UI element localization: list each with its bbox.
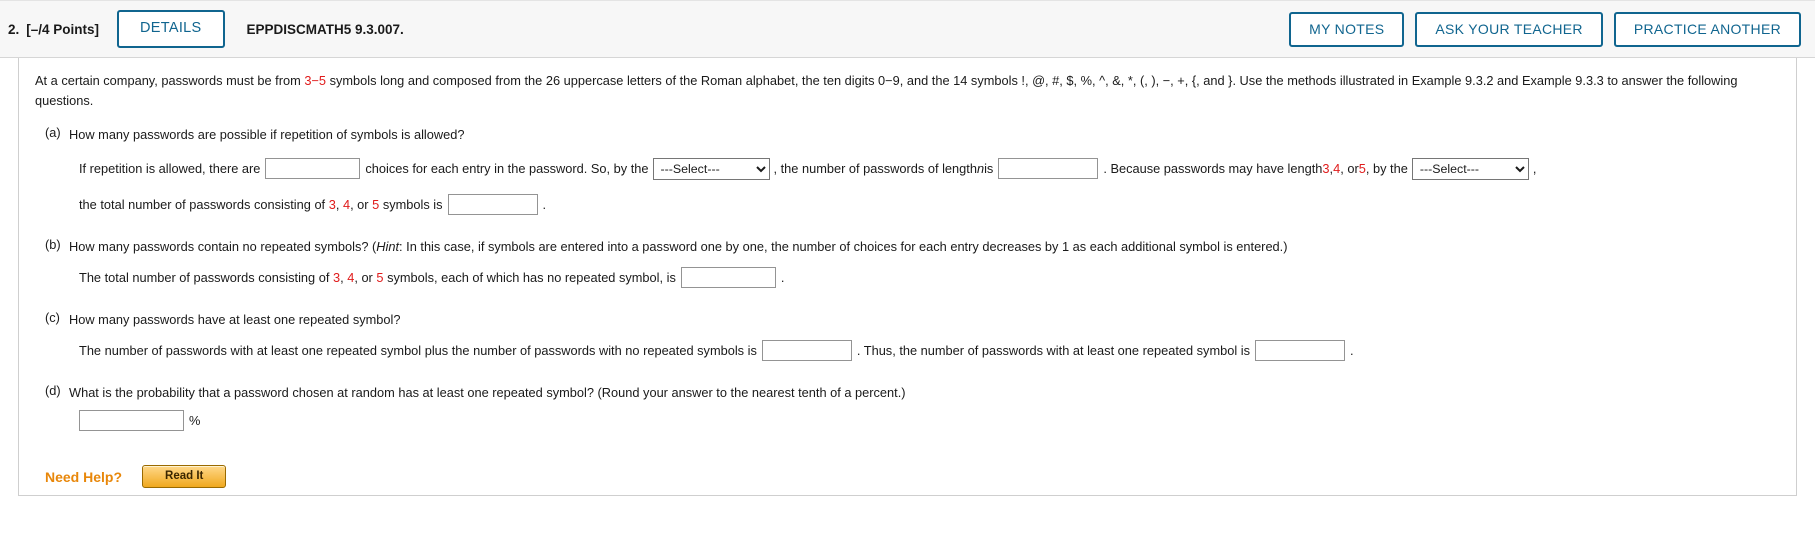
part-a-text-7: , (1532, 161, 1537, 177)
stem-length-range: 3−5 (304, 73, 327, 88)
part-d-percent-sign: % (189, 413, 201, 429)
part-a-text-5: . Because passwords may have length (1103, 161, 1323, 177)
part-a-question: How many passwords are possible if repet… (69, 126, 465, 142)
my-notes-button[interactable]: MY NOTES (1289, 11, 1405, 47)
part-a-len-3: 3 (1322, 161, 1330, 177)
part-b-question-text-1: How many passwords contain no repeated s… (69, 238, 377, 254)
question-number: 2. (8, 21, 20, 37)
part-b-question: How many passwords contain no repeated s… (69, 237, 1288, 256)
part-c-repeated-input[interactable] (1255, 340, 1345, 362)
part-c-sum-input[interactable] (761, 340, 852, 362)
part-c-work: The number of passwords with at least on… (35, 340, 1780, 362)
part-a-label: (a) (45, 124, 61, 140)
part-a: (a) How many passwords are possible if r… (35, 125, 1780, 215)
part-d: (d) What is the probability that a passw… (35, 383, 1780, 432)
part-b-len-3: 3 (332, 269, 341, 285)
part-a-len-5: 5 (1358, 161, 1366, 177)
part-a-rule-select-2[interactable]: ---Select--- (1411, 157, 1529, 180)
part-a-choices-input[interactable] (265, 158, 361, 180)
problem-statement: At a certain company, passwords must be … (35, 71, 1780, 111)
need-help-label: Need Help? (45, 468, 123, 485)
part-a-line-2: the total number of passwords consisting… (79, 193, 1780, 215)
part-a-line2-len-4: 4 (342, 196, 351, 212)
part-b-line-1: The total number of passwords consisting… (79, 267, 1780, 289)
part-a-work: If repetition is allowed, there are choi… (35, 157, 1780, 215)
part-a-text-6: , by the (1365, 161, 1408, 177)
practice-another-button[interactable]: PRACTICE ANOTHER (1613, 11, 1801, 47)
part-a-len-4: 4 (1333, 161, 1341, 177)
part-b-comma-2: , or (354, 269, 373, 285)
part-d-work: % (35, 410, 1780, 432)
details-button[interactable]: DETAILS (117, 10, 225, 48)
part-a-line2-text-1: the total number of passwords consisting… (79, 196, 326, 212)
part-a-rule-select-1[interactable]: ---Select--- (652, 157, 770, 180)
part-c-question: How many passwords have at least one rep… (69, 312, 401, 328)
part-b-text-1: The total number of passwords consisting… (79, 269, 330, 285)
part-c-question-row: (c) How many passwords have at least one… (35, 310, 1780, 329)
part-a-question-row: (a) How many passwords are possible if r… (35, 125, 1780, 144)
part-c-text-1: The number of passwords with at least on… (79, 343, 757, 359)
part-a-text-1: If repetition is allowed, there are (79, 161, 261, 177)
part-d-question: What is the probability that a password … (69, 385, 906, 401)
question-body: At a certain company, passwords must be … (18, 58, 1797, 496)
part-b: (b) How many passwords contain no repeat… (35, 237, 1780, 289)
part-b-label: (b) (45, 236, 61, 252)
part-d-label: (d) (45, 383, 61, 399)
part-a-line2-text-2: symbols is (382, 196, 443, 212)
part-c-text-3: . (1350, 343, 1354, 359)
part-b-hint-word: Hint (376, 238, 400, 254)
ask-your-teacher-button[interactable]: ASK YOUR TEACHER (1415, 11, 1603, 47)
part-a-text-3: , the number of passwords of length (773, 161, 977, 177)
part-c-label: (c) (45, 310, 60, 326)
part-d-line-1: % (79, 410, 1780, 432)
part-c-text-2: . Thus, the number of passwords with at … (856, 343, 1250, 359)
part-a-line2-text-3: . (542, 196, 547, 212)
part-b-question-row: (b) How many passwords contain no repeat… (35, 237, 1780, 256)
question-code: EPPDISCMATH5 9.3.007. (246, 21, 404, 37)
part-d-probability-input[interactable] (79, 410, 184, 432)
part-b-len-4: 4 (347, 269, 355, 285)
points-badge: [–/4 Points] (26, 21, 100, 37)
header-actions: MY NOTES ASK YOUR TEACHER PRACTICE ANOTH… (1289, 11, 1801, 47)
question-header: 2. [–/4 Points] DETAILS EPPDISCMATH5 9.3… (0, 0, 1815, 58)
part-a-total-input[interactable] (447, 193, 538, 215)
part-c: (c) How many passwords have at least one… (35, 310, 1780, 362)
need-help-section: Need Help? Read It (35, 465, 1780, 489)
part-a-comma-2: , or (1340, 161, 1359, 177)
part-a-text-4: is (984, 161, 994, 177)
part-c-line-1: The number of passwords with at least on… (79, 340, 1780, 362)
stem-text-1: At a certain company, passwords must be … (35, 73, 305, 88)
read-it-button[interactable]: Read It (142, 465, 227, 489)
part-d-question-row: (d) What is the probability that a passw… (35, 383, 1780, 402)
part-b-question-text-2: : In this case, if symbols are entered i… (399, 238, 1288, 254)
part-b-work: The total number of passwords consisting… (35, 267, 1780, 289)
part-a-length-n-input[interactable] (998, 158, 1099, 180)
part-a-line2-comma-2: , or (350, 196, 369, 212)
part-b-text-3: . (780, 269, 785, 285)
part-a-text-2: choices for each entry in the password. … (365, 161, 649, 177)
question-page: 2. [–/4 Points] DETAILS EPPDISCMATH5 9.3… (0, 0, 1815, 552)
part-a-line2-len-5: 5 (372, 196, 380, 212)
part-b-len-5: 5 (376, 269, 384, 285)
part-b-text-2: symbols, each of which has no repeated s… (387, 269, 676, 285)
part-b-total-input[interactable] (680, 267, 776, 289)
part-a-line-1: If repetition is allowed, there are choi… (79, 157, 1780, 180)
part-a-variable-n: n (976, 161, 985, 177)
part-a-line2-len-3: 3 (328, 196, 336, 212)
